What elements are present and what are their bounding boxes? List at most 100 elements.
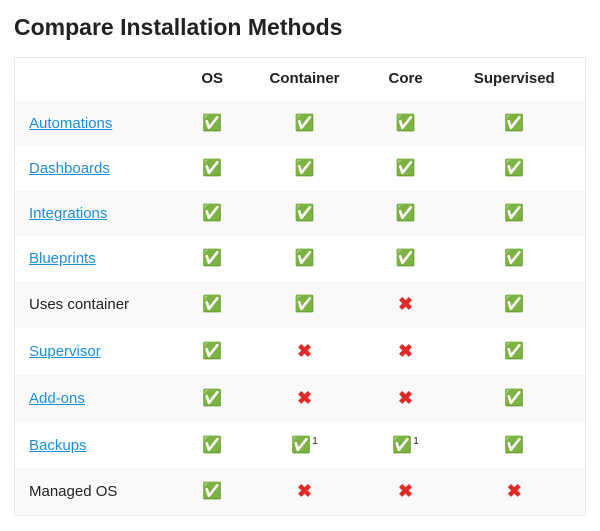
value-cell: ✖: [368, 328, 444, 375]
value-cell: ✅: [241, 146, 367, 191]
value-cell: ✅: [444, 281, 585, 328]
table-row: Blueprints ✅ ✅ ✅ ✅: [15, 236, 585, 281]
check-icon: ✅: [504, 206, 524, 222]
value-cell: ✅: [241, 236, 367, 281]
feature-link[interactable]: Dashboards: [29, 160, 110, 177]
feature-cell: Automations: [15, 101, 183, 146]
page-title: Compare Installation Methods: [14, 14, 586, 41]
value-cell: ✅: [444, 191, 585, 236]
cross-icon: ✖: [398, 342, 413, 360]
value-cell: ✅: [183, 328, 241, 375]
check-icon: ✅: [202, 251, 222, 267]
check-icon: ✅: [504, 438, 524, 454]
table-row: Managed OS✅ ✖ ✖ ✖: [15, 468, 585, 515]
check-icon: ✅: [392, 438, 412, 454]
value-cell: ✅: [444, 236, 585, 281]
value-cell: ✖: [241, 328, 367, 375]
feature-cell: Add-ons: [15, 375, 183, 422]
value-cell: ✅: [368, 191, 444, 236]
table-body: Automations✅✅✅✅Dashboards✅✅✅✅Integration…: [15, 101, 585, 515]
check-icon: ✅: [504, 344, 524, 360]
value-cell: ✖: [368, 468, 444, 515]
value-cell: ✅: [183, 191, 241, 236]
value-cell: ✖: [241, 468, 367, 515]
value-cell: ✅1: [241, 422, 367, 468]
table-row: Backups✅✅1✅1✅: [15, 422, 585, 468]
value-cell: ✅: [183, 236, 241, 281]
check-icon: ✅: [396, 251, 416, 267]
feature-link[interactable]: Automations: [29, 115, 112, 132]
value-cell: ✅: [241, 101, 367, 146]
cross-icon: ✖: [297, 482, 312, 500]
col-header-supervised: Supervised: [444, 58, 585, 101]
value-cell: ✅: [444, 375, 585, 422]
check-icon: ✅: [202, 297, 222, 313]
value-cell: ✅: [241, 281, 367, 328]
check-icon: ✅: [295, 206, 315, 222]
check-icon: ✅: [504, 116, 524, 132]
table-header-row: OS Container Core Supervised: [15, 58, 585, 101]
cross-icon: ✖: [297, 342, 312, 360]
check-icon: ✅: [504, 297, 524, 313]
feature-cell: Managed OS: [15, 468, 183, 515]
value-cell: ✅: [444, 422, 585, 468]
footnote-marker: 1: [413, 436, 419, 447]
check-icon: ✅: [202, 161, 222, 177]
feature-cell: Blueprints: [15, 236, 183, 281]
value-cell: ✖: [368, 281, 444, 328]
value-cell: ✅: [241, 191, 367, 236]
check-icon: ✅: [202, 116, 222, 132]
feature-link[interactable]: Blueprints: [29, 250, 96, 267]
value-cell: ✅1: [368, 422, 444, 468]
check-icon: ✅: [504, 161, 524, 177]
value-cell: ✅: [368, 101, 444, 146]
cross-icon: ✖: [398, 389, 413, 407]
value-cell: ✅: [444, 146, 585, 191]
check-icon: ✅: [396, 161, 416, 177]
table-row: Integrations ✅ ✅ ✅ ✅: [15, 191, 585, 236]
check-icon: ✅: [396, 116, 416, 132]
check-icon: ✅: [291, 438, 311, 454]
feature-cell: Backups: [15, 422, 183, 468]
table-row: Uses container ✅ ✅ ✖ ✅: [15, 281, 585, 328]
value-cell: ✅: [444, 328, 585, 375]
check-icon: ✅: [202, 438, 222, 454]
comparison-table-wrap: OS Container Core Supervised Automations…: [14, 57, 586, 516]
value-cell: ✖: [368, 375, 444, 422]
feature-cell: Integrations: [15, 191, 183, 236]
table-row: Supervisor ✅ ✖ ✖ ✅: [15, 328, 585, 375]
feature-cell: Uses container: [15, 281, 183, 328]
check-icon: ✅: [202, 206, 222, 222]
feature-cell: Dashboards: [15, 146, 183, 191]
feature-link[interactable]: Add-ons: [29, 390, 85, 407]
value-cell: ✅: [183, 468, 241, 515]
value-cell: ✅: [183, 375, 241, 422]
check-icon: ✅: [396, 206, 416, 222]
feature-link[interactable]: Supervisor: [29, 343, 101, 360]
col-header-empty: [15, 58, 183, 101]
value-cell: ✖: [241, 375, 367, 422]
check-icon: ✅: [295, 161, 315, 177]
comparison-table: OS Container Core Supervised Automations…: [15, 58, 585, 515]
feature-cell: Supervisor: [15, 328, 183, 375]
feature-link[interactable]: Backups: [29, 437, 87, 454]
check-icon: ✅: [295, 251, 315, 267]
value-cell: ✅: [444, 101, 585, 146]
feature-link[interactable]: Integrations: [29, 205, 107, 222]
check-icon: ✅: [202, 344, 222, 360]
cross-icon: ✖: [507, 482, 522, 500]
cross-icon: ✖: [398, 295, 413, 313]
value-cell: ✅: [183, 281, 241, 328]
value-cell: ✅: [368, 146, 444, 191]
check-icon: ✅: [504, 391, 524, 407]
col-header-os: OS: [183, 58, 241, 101]
check-icon: ✅: [504, 251, 524, 267]
table-row: Add-ons ✅ ✖ ✖ ✅: [15, 375, 585, 422]
cross-icon: ✖: [297, 389, 312, 407]
footnote-marker: 1: [312, 436, 318, 447]
col-header-core: Core: [368, 58, 444, 101]
value-cell: ✅: [368, 236, 444, 281]
cross-icon: ✖: [398, 482, 413, 500]
value-cell: ✅: [183, 422, 241, 468]
check-icon: ✅: [295, 116, 315, 132]
